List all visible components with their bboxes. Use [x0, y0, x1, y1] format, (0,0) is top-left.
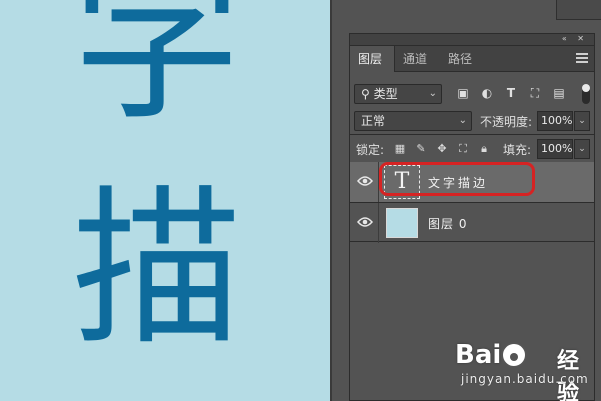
- panel-tabs: 图层 通道 路径: [350, 46, 594, 72]
- chevron-down-icon: ⌄: [458, 115, 467, 126]
- lock-label: 锁定:: [356, 143, 385, 157]
- adjustment-filter-icon[interactable]: ◐: [480, 86, 494, 100]
- lock-row: 锁定: ▦ ✎ ✥ ⛶ 🔒︎ 填充: 100% ⌄: [350, 137, 594, 161]
- chevron-down-icon: ⌄: [428, 88, 437, 99]
- tab-layers[interactable]: 图层: [350, 46, 395, 72]
- search-icon: ⚲: [361, 87, 374, 101]
- panel-separator: [350, 134, 594, 135]
- baidu-jingyan-watermark: Bai 经验 jingyan.baidu.com: [455, 340, 595, 401]
- filter-kind-select[interactable]: ⚲ 类型 ⌄: [354, 84, 442, 104]
- visibility-eye-icon[interactable]: [357, 175, 373, 187]
- blend-row: 正常 ⌄ 不透明度: 100% ⌄: [350, 109, 594, 133]
- layer-name[interactable]: 图层 0: [428, 215, 467, 232]
- layer-divider: [378, 203, 379, 243]
- image-filter-icon[interactable]: ▣: [456, 86, 470, 100]
- filter-toggle[interactable]: [582, 84, 590, 104]
- panel-header-bar: « ✕: [350, 34, 594, 46]
- type-filter-icon[interactable]: T: [504, 86, 518, 100]
- visibility-eye-icon[interactable]: [357, 216, 373, 228]
- workspace-divider: [330, 0, 332, 401]
- blend-mode-select[interactable]: 正常 ⌄: [354, 111, 472, 131]
- canvas-text-char-2: 描: [71, 171, 242, 369]
- fill-label: 填充:: [503, 143, 532, 157]
- fill-input[interactable]: 100%: [537, 139, 573, 159]
- collapse-close-icons[interactable]: « ✕: [562, 34, 588, 43]
- layer-filter-row: ⚲ 类型 ⌄ ▣ ◐ T ⛶ ▤: [350, 82, 594, 106]
- fill-dropdown-button[interactable]: ⌄: [574, 139, 590, 159]
- smart-object-filter-icon[interactable]: ▤: [552, 86, 566, 100]
- shape-filter-icon[interactable]: ⛶: [528, 86, 542, 100]
- lock-all-icon[interactable]: 🔒︎: [477, 142, 491, 156]
- filter-kind-label: 类型: [373, 87, 398, 101]
- tab-channels[interactable]: 通道: [395, 46, 440, 72]
- highlight-annotation: [379, 162, 535, 196]
- opacity-dropdown-button[interactable]: ⌄: [574, 111, 590, 131]
- opacity-input[interactable]: 100%: [537, 111, 573, 131]
- lock-position-icon[interactable]: ✥: [435, 142, 449, 156]
- watermark-logo: Bai: [455, 340, 502, 370]
- canvas-text-char-1: 字: [71, 0, 242, 144]
- lock-transparent-icon[interactable]: ▦: [393, 142, 407, 156]
- layer-thumbnail: [386, 208, 418, 238]
- blend-mode-value: 正常: [361, 114, 386, 128]
- opacity-label: 不透明度:: [480, 115, 533, 129]
- document-canvas[interactable]: 字 描: [0, 0, 330, 401]
- lock-artboard-icon[interactable]: ⛶: [456, 142, 470, 156]
- paw-icon: [501, 342, 527, 368]
- watermark-url: jingyan.baidu.com: [461, 372, 589, 386]
- tab-paths[interactable]: 路径: [440, 46, 485, 72]
- top-panel-corner: [556, 0, 601, 20]
- layer-row-bg[interactable]: 图层 0: [350, 202, 594, 243]
- panel-menu-icon[interactable]: [576, 53, 588, 63]
- lock-image-icon[interactable]: ✎: [414, 142, 428, 156]
